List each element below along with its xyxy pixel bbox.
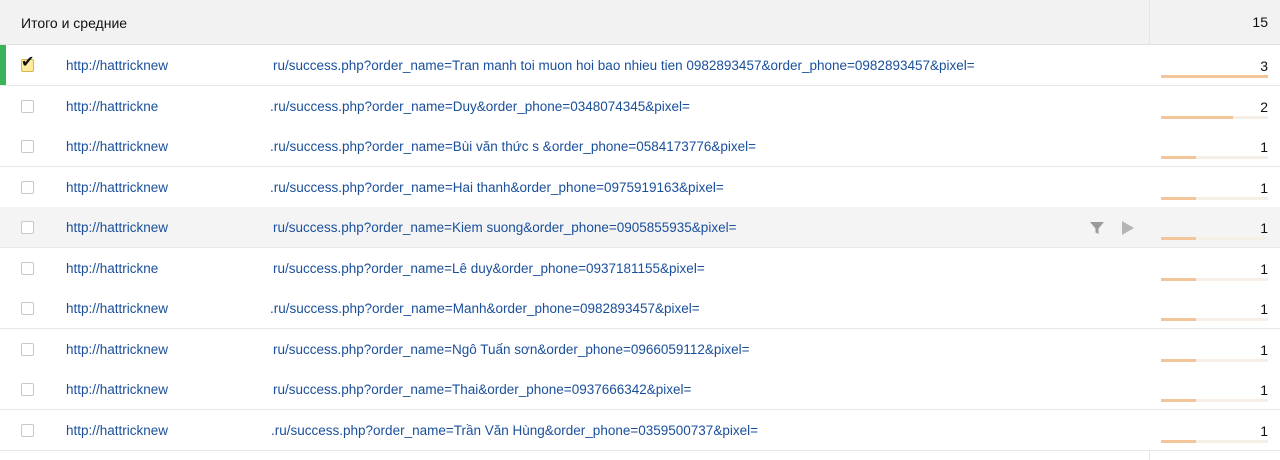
table-row[interactable]: http://hattricknew .ru/success.php?order_… bbox=[0, 288, 1280, 329]
visits-count: 1 bbox=[1260, 261, 1268, 277]
share-bar bbox=[1161, 278, 1268, 281]
row-checkbox[interactable] bbox=[21, 221, 34, 234]
row-checkbox[interactable] bbox=[21, 262, 34, 275]
url-link-end[interactable]: ru/success.php?order_name=Thai&order_pho… bbox=[273, 382, 691, 397]
row-checkbox[interactable] bbox=[21, 100, 34, 113]
visits-count: 1 bbox=[1260, 342, 1268, 358]
table-row[interactable]: http://hattricknew .ru/success.php?order_… bbox=[0, 167, 1280, 208]
url-link-start[interactable]: http://hattrickne bbox=[66, 261, 170, 276]
totals-header-row: Итого и средние 15 bbox=[0, 0, 1280, 45]
share-bar-fill bbox=[1161, 318, 1197, 321]
totals-label: Итого и средние bbox=[21, 15, 128, 31]
table-row[interactable]: http://hattricknew .ru/success.php?order_… bbox=[0, 126, 1280, 167]
url-link-end[interactable]: .ru/success.php?order_name=Trần Văn Hùng… bbox=[271, 423, 758, 438]
play-icon[interactable] bbox=[1121, 220, 1135, 236]
filter-icon[interactable] bbox=[1089, 220, 1105, 236]
row-checkbox[interactable] bbox=[21, 181, 34, 194]
share-bar-fill bbox=[1161, 359, 1197, 362]
table-row[interactable]: http://hattricknew .ru/success.php?order_… bbox=[0, 410, 1280, 451]
table-row[interactable]: http://hattricknew ru/success.php?order_n… bbox=[0, 207, 1280, 248]
visits-count: 1 bbox=[1260, 382, 1268, 398]
url-link-start[interactable]: http://hattricknew bbox=[66, 180, 170, 195]
visits-count: 2 bbox=[1260, 99, 1268, 115]
share-bar-fill bbox=[1161, 197, 1197, 200]
url-link-start[interactable]: http://hattricknew bbox=[66, 220, 170, 235]
url-link-end[interactable]: .ru/success.php?order_name=Duy&order_pho… bbox=[270, 99, 690, 114]
table-row[interactable]: ✔ http://hattricknew ru/success.php?order_… bbox=[0, 45, 1280, 86]
share-bar-fill bbox=[1161, 116, 1233, 119]
row-checkbox[interactable] bbox=[21, 302, 34, 315]
share-bar-fill bbox=[1161, 278, 1197, 281]
url-link-end[interactable]: ru/success.php?order_name=Tran manh toi … bbox=[273, 58, 975, 73]
url-link-start[interactable]: http://hattricknew bbox=[66, 423, 170, 438]
totals-value: 15 bbox=[1252, 14, 1268, 30]
share-bar bbox=[1161, 116, 1268, 119]
url-link-end[interactable]: .ru/success.php?order_name=Hai thanh&ord… bbox=[270, 180, 724, 195]
share-bar-fill bbox=[1161, 75, 1268, 78]
table-row[interactable]: http://hattricknew ru/success.php?order_n… bbox=[0, 329, 1280, 370]
share-bar bbox=[1161, 237, 1268, 240]
table-row[interactable]: http://hattrickne .ru/success.php?order_n… bbox=[0, 86, 1280, 127]
visits-count: 3 bbox=[1260, 58, 1268, 74]
url-link-start[interactable]: http://hattrickne bbox=[66, 99, 170, 114]
url-link-end[interactable]: ru/success.php?order_name=Ngô Tuấn sơn&o… bbox=[273, 342, 750, 357]
selected-row-marker bbox=[0, 45, 6, 85]
share-bar-fill bbox=[1161, 156, 1197, 159]
checkmark-icon: ✔ bbox=[21, 52, 35, 71]
url-link-end[interactable]: ru/success.php?order_name=Kiem suong&ord… bbox=[273, 220, 736, 235]
share-bar bbox=[1161, 318, 1268, 321]
visits-count: 1 bbox=[1260, 301, 1268, 317]
share-bar bbox=[1161, 156, 1268, 159]
table-row[interactable]: http://hattricknew ru/success.php?order_n… bbox=[0, 369, 1280, 410]
row-checkbox[interactable]: ✔ bbox=[21, 54, 34, 72]
share-bar bbox=[1161, 75, 1268, 78]
visits-count: 1 bbox=[1260, 139, 1268, 155]
share-bar bbox=[1161, 399, 1268, 402]
row-checkbox[interactable] bbox=[21, 343, 34, 356]
share-bar-fill bbox=[1161, 399, 1197, 402]
url-link-end[interactable]: ru/success.php?order_name=Lê duy&order_p… bbox=[273, 261, 705, 276]
row-checkbox[interactable] bbox=[21, 140, 34, 153]
share-bar-fill bbox=[1161, 237, 1197, 240]
share-bar bbox=[1161, 359, 1268, 362]
row-checkbox[interactable] bbox=[21, 383, 34, 396]
url-link-start[interactable]: http://hattricknew bbox=[66, 301, 170, 316]
url-link-start[interactable]: http://hattricknew bbox=[66, 382, 170, 397]
url-link-start[interactable]: http://hattricknew bbox=[66, 342, 170, 357]
share-bar bbox=[1161, 197, 1268, 200]
visits-count: 1 bbox=[1260, 220, 1268, 236]
table-row[interactable]: http://hattrickne ru/success.php?order_na… bbox=[0, 248, 1280, 289]
url-link-end[interactable]: .ru/success.php?order_name=Manh&order_ph… bbox=[270, 301, 700, 316]
url-link-end[interactable]: .ru/success.php?order_name=Bùi văn thức … bbox=[270, 139, 756, 154]
url-link-start[interactable]: http://hattricknew bbox=[66, 139, 170, 154]
share-bar-fill bbox=[1161, 440, 1197, 443]
url-link-start[interactable]: http://hattricknew bbox=[66, 58, 170, 73]
visits-count: 1 bbox=[1260, 423, 1268, 439]
visits-count: 1 bbox=[1260, 180, 1268, 196]
report-table: Итого и средние 15 ✔ http://hattricknew ru… bbox=[0, 0, 1280, 460]
row-checkbox[interactable] bbox=[21, 424, 34, 437]
share-bar bbox=[1161, 440, 1268, 443]
